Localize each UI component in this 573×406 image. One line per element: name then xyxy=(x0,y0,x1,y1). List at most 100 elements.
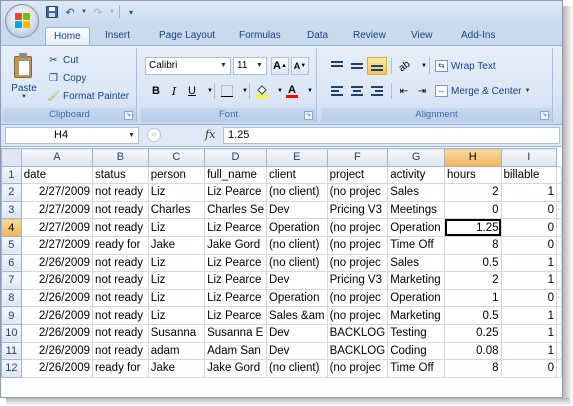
paste-button[interactable]: Paste ▼ xyxy=(7,51,41,105)
grid-cell[interactable]: Liz Pearce xyxy=(204,306,267,325)
row-header[interactable]: 1 xyxy=(1,165,22,185)
grid-cell[interactable]: Pricing V3 xyxy=(326,200,389,220)
grid-cell[interactable]: 2/26/2009 xyxy=(20,271,94,290)
font-size-select[interactable]: 11 ▼ xyxy=(233,57,267,75)
tab-view[interactable]: View xyxy=(403,27,441,45)
paste-dropdown-icon[interactable]: ▼ xyxy=(7,94,41,100)
column-header[interactable]: I xyxy=(500,148,558,167)
grid-cell[interactable]: Liz xyxy=(147,253,206,273)
grid-cell[interactable] xyxy=(556,288,562,308)
orientation-dropdown-icon[interactable]: ▼ xyxy=(415,57,433,75)
active-cell[interactable]: 1.25 xyxy=(444,218,502,237)
tab-add-ins[interactable]: Add-Ins xyxy=(453,27,503,45)
grid-cell[interactable]: Operation xyxy=(387,218,446,237)
grid-cell[interactable]: BACKLOG xyxy=(326,323,389,343)
grid-cell[interactable]: Liz Pearce xyxy=(204,218,267,237)
select-all-corner[interactable] xyxy=(1,148,22,167)
grid-cell[interactable]: Coding xyxy=(387,341,446,361)
grid-cell[interactable]: (no client) xyxy=(265,235,328,255)
alignment-dialog-launcher-icon[interactable]: ↘ xyxy=(540,111,549,120)
grid-cell[interactable]: date xyxy=(20,165,94,185)
merge-center-button[interactable]: ↔ Merge & Center ▼ xyxy=(435,83,531,99)
undo-icon[interactable]: ↶ xyxy=(63,5,77,19)
grid-cell[interactable]: (no client) xyxy=(265,183,328,202)
grid-cell[interactable] xyxy=(556,271,562,290)
grow-font-button[interactable]: A ▲ xyxy=(271,57,289,75)
decrease-indent-button[interactable]: ⇤ xyxy=(395,82,413,100)
grid-cell[interactable]: not ready xyxy=(92,341,149,361)
grid-cell[interactable]: Pricing V3 xyxy=(326,271,389,290)
grid-cell[interactable]: Meetings xyxy=(387,200,446,220)
row-header[interactable]: 9 xyxy=(1,306,22,325)
copy-button[interactable]: ❐ Copy xyxy=(47,70,86,86)
borders-button[interactable] xyxy=(218,82,236,100)
grid-cell[interactable]: Sales xyxy=(387,253,446,273)
column-header[interactable]: A xyxy=(20,148,94,167)
grid-cell[interactable]: (no projec xyxy=(326,288,389,308)
grid-cell[interactable]: ready for xyxy=(92,235,149,255)
grid-cell[interactable]: 1 xyxy=(500,323,558,343)
grid-cell[interactable]: (no client) xyxy=(265,359,328,378)
align-left-button[interactable] xyxy=(327,82,347,100)
grid-cell[interactable]: ready for xyxy=(92,359,149,378)
grid-cell[interactable]: not ready xyxy=(92,218,149,237)
underline-dropdown-icon[interactable]: ▼ xyxy=(201,82,219,100)
cut-button[interactable]: ✂ Cut xyxy=(47,52,78,68)
grid-cell[interactable]: 8 xyxy=(444,359,502,378)
grid-cell[interactable]: Dev xyxy=(265,323,328,343)
grid-cell[interactable]: 0.5 xyxy=(444,306,502,325)
fill-color-button[interactable] xyxy=(253,82,271,100)
grid-cell[interactable]: Adam San xyxy=(204,341,267,361)
grid-cell[interactable]: Charles xyxy=(147,200,206,220)
row-header[interactable]: 6 xyxy=(1,253,22,273)
redo-icon[interactable]: ↷ xyxy=(91,5,105,19)
grid-cell[interactable]: 0 xyxy=(500,200,558,220)
grid-cell[interactable] xyxy=(556,235,562,255)
grid-cell[interactable]: project xyxy=(326,165,389,185)
grid-cell[interactable]: Operation xyxy=(265,288,328,308)
column-header[interactable]: C xyxy=(147,148,206,167)
customize-toolbar-icon[interactable]: ▾ xyxy=(124,5,138,19)
grid-cell[interactable]: Jake xyxy=(147,359,206,378)
grid-cell[interactable]: 2/27/2009 xyxy=(20,200,94,220)
grid-cell[interactable]: 2/27/2009 xyxy=(20,183,94,202)
grid-cell[interactable]: Jake Gord xyxy=(204,235,267,255)
tab-review[interactable]: Review xyxy=(345,27,394,45)
insert-function-icon[interactable]: fx xyxy=(205,127,215,143)
grid-cell[interactable]: 0 xyxy=(444,200,502,220)
clipboard-dialog-launcher-icon[interactable]: ↘ xyxy=(124,111,133,120)
grid-cell[interactable]: Jake Gord xyxy=(204,359,267,378)
grid-cell[interactable] xyxy=(556,218,562,237)
grid-cell[interactable]: 2/27/2009 xyxy=(20,235,94,255)
grid-cell[interactable]: (no projec xyxy=(326,235,389,255)
grid-cell[interactable]: Marketing xyxy=(387,306,446,325)
grid-cell[interactable] xyxy=(556,253,562,273)
grid-cell[interactable]: Dev xyxy=(265,271,328,290)
grid-cell[interactable]: Liz Pearce xyxy=(204,288,267,308)
grid-cell[interactable]: 2 xyxy=(444,183,502,202)
grid-cell[interactable]: Liz xyxy=(147,271,206,290)
align-middle-button[interactable] xyxy=(347,57,367,75)
row-header[interactable]: 10 xyxy=(1,323,22,343)
grid-cell[interactable]: not ready xyxy=(92,323,149,343)
tab-formulas[interactable]: Formulas xyxy=(231,27,289,45)
italic-button[interactable]: I xyxy=(165,82,183,100)
align-right-button[interactable] xyxy=(367,82,387,100)
align-top-button[interactable] xyxy=(327,57,347,75)
formula-bar-resize-icon[interactable]: ○ xyxy=(147,128,161,142)
font-color-button[interactable]: A xyxy=(283,82,301,100)
align-bottom-button[interactable] xyxy=(367,57,387,75)
grid-cell[interactable]: (no projec xyxy=(326,183,389,202)
grid-cell[interactable]: adam xyxy=(147,341,206,361)
grid-cell[interactable]: hours xyxy=(444,165,502,185)
grid-cell[interactable]: person xyxy=(147,165,206,185)
grid-cell[interactable]: (no projec xyxy=(326,218,389,237)
grid-cell[interactable]: 0.08 xyxy=(444,341,502,361)
underline-button[interactable]: U xyxy=(183,82,201,100)
grid-cell[interactable]: not ready xyxy=(92,288,149,308)
row-header[interactable]: 4 xyxy=(1,218,22,237)
column-header[interactable]: D xyxy=(204,148,267,167)
increase-indent-button[interactable]: ⇥ xyxy=(413,82,431,100)
grid-cell[interactable]: Sales xyxy=(387,183,446,202)
grid-cell[interactable]: 1 xyxy=(500,341,558,361)
